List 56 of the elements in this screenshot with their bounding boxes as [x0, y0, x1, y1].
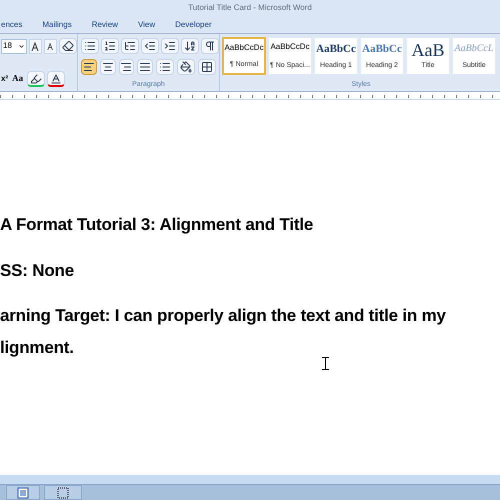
large-letter-icon [30, 42, 40, 50]
alignment-button[interactable] [118, 58, 134, 75]
decrease-indent-icon [144, 40, 156, 52]
ribbon-tab[interactable]: Developer [174, 18, 213, 30]
sort-icon [184, 40, 196, 52]
align-center-icon [102, 60, 114, 73]
document-text: SS: None [0, 260, 75, 282]
text-color-icon [50, 72, 62, 84]
ribbon-tab[interactable]: Mailings [41, 18, 73, 30]
ribbon-tab[interactable]: View [136, 18, 156, 30]
paint-bucket-icon [180, 60, 192, 73]
document-icon [17, 486, 29, 498]
font-size-value: 18 [3, 40, 12, 52]
font-size-field[interactable]: 18 [1, 38, 27, 54]
alignment-button[interactable] [137, 58, 153, 75]
line-spacing-button[interactable] [156, 58, 174, 75]
text-color-button[interactable] [47, 71, 66, 87]
shrink-font-button[interactable] [44, 38, 57, 54]
window-title: Tutorial Title Card - Microsoft Word [188, 2, 312, 14]
document-text: arning Target: I can properly align the text and title in my [0, 305, 447, 327]
increase-indent-button[interactable] [161, 38, 179, 54]
pilcrow-button[interactable] [201, 38, 219, 54]
align-justify-icon [139, 60, 152, 73]
change-case-button[interactable]: Aa [10, 72, 26, 86]
pilcrow-icon [204, 40, 216, 52]
alignment-button[interactable] [81, 58, 97, 75]
ribbon-tab[interactable]: ences [0, 18, 24, 30]
grid-button[interactable] [198, 58, 216, 75]
superscript-button[interactable]: x² [1, 73, 8, 85]
align-right-icon [120, 60, 132, 73]
dotted-square-icon [57, 486, 69, 498]
multilevel-list-button[interactable] [121, 38, 139, 54]
align-left-icon [82, 60, 95, 73]
sort-button[interactable] [181, 38, 199, 54]
small-letter-icon [46, 42, 54, 50]
paint-bucket-button[interactable] [177, 58, 195, 75]
document-text: lignment. [0, 336, 75, 359]
highlighter-icon [30, 72, 42, 84]
increase-indent-icon [164, 40, 176, 52]
grid-icon [201, 60, 213, 73]
eraser-button[interactable] [59, 38, 77, 54]
text-cursor-icon [322, 357, 329, 370]
numbered-list-button[interactable] [101, 38, 119, 54]
alignment-button[interactable] [100, 58, 116, 75]
multilevel-list-icon [124, 40, 136, 52]
decrease-indent-button[interactable] [141, 38, 159, 54]
grow-font-button[interactable] [28, 38, 42, 54]
ribbon-tab[interactable]: Review [90, 18, 119, 30]
eraser-icon [62, 40, 74, 52]
taskbar-button[interactable] [6, 485, 40, 500]
document-text: A Format Tutorial 3: Alignment and Title [0, 214, 314, 236]
taskbar-button[interactable] [44, 485, 82, 500]
caret-icon [18, 42, 25, 50]
highlighter-button[interactable] [27, 71, 46, 87]
numbered-list-icon [104, 40, 116, 52]
bulleted-list-button[interactable] [81, 38, 99, 54]
